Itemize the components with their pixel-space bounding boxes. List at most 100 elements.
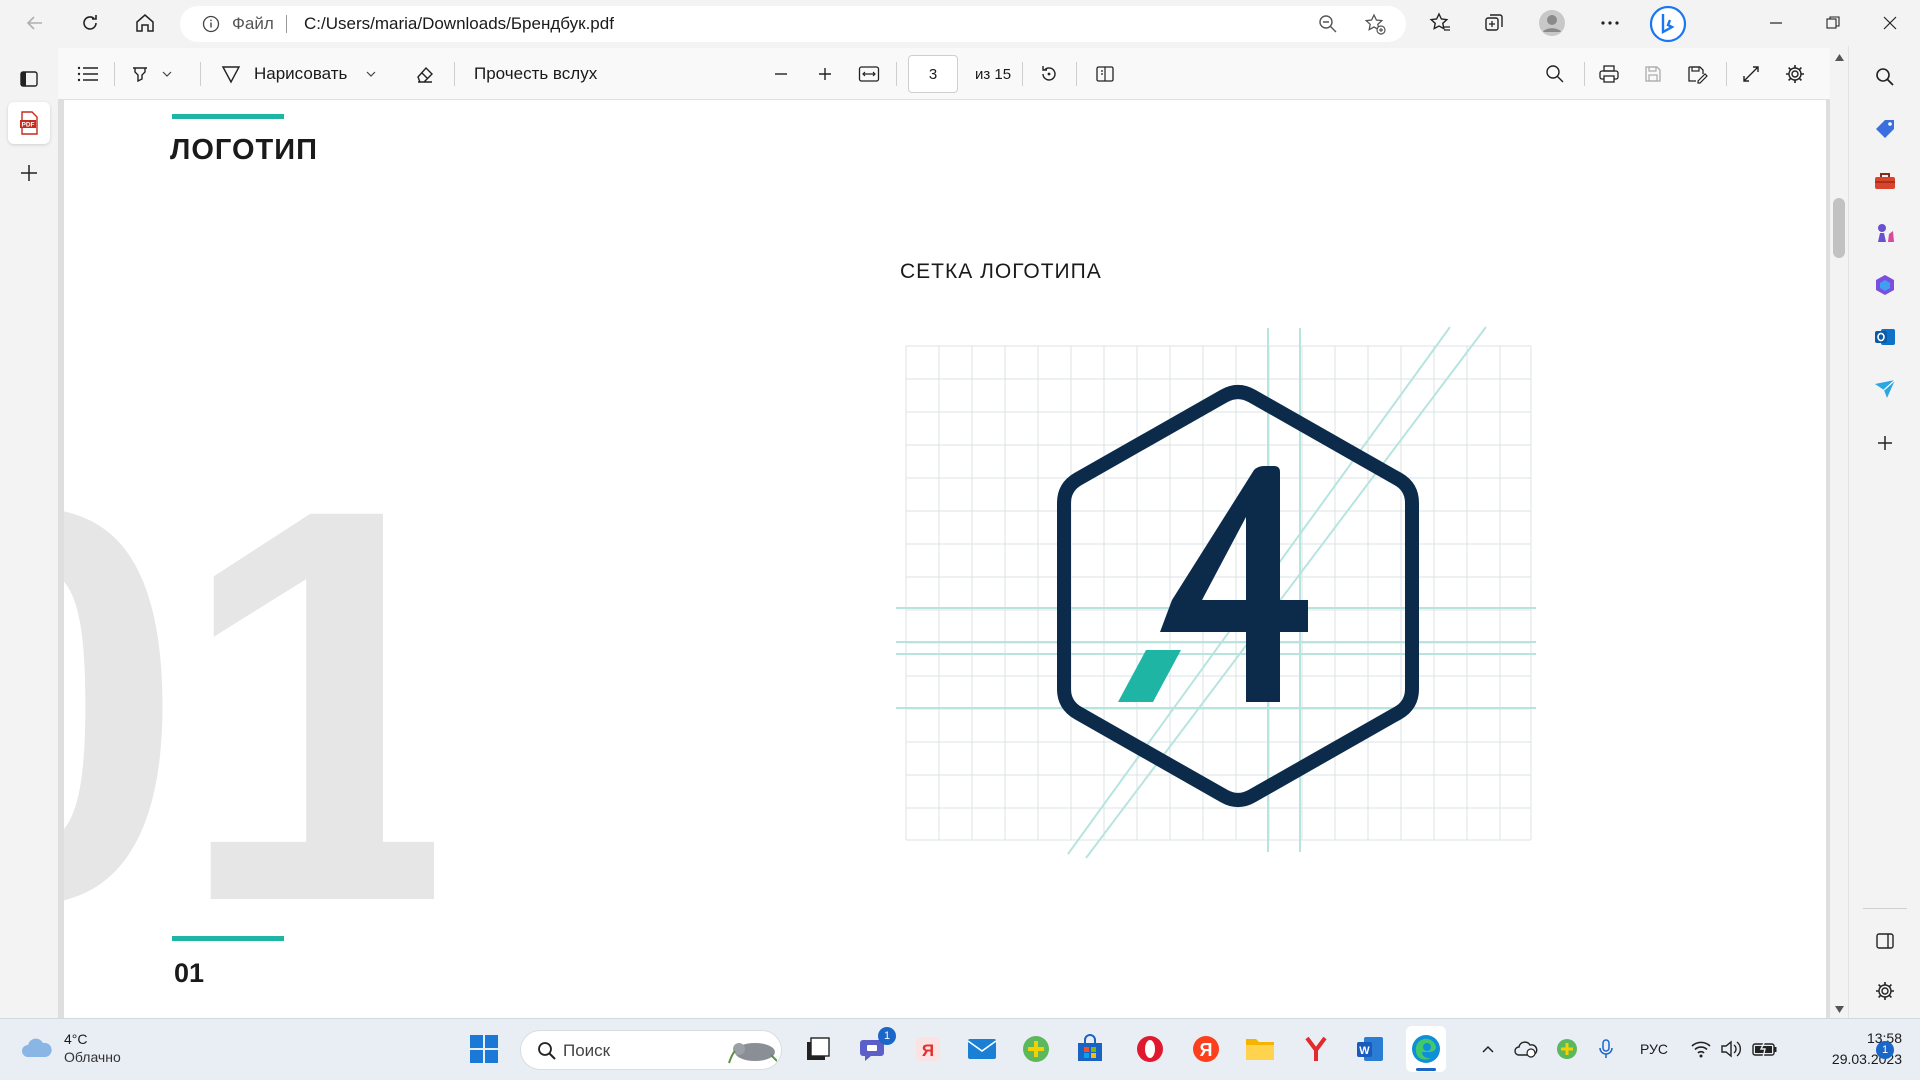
tab-actions-button[interactable] (12, 62, 46, 96)
gear-icon (1786, 65, 1804, 83)
contents-button[interactable] (70, 57, 106, 91)
send-drop-icon (1875, 379, 1896, 398)
taskbar-word[interactable]: W (1352, 1031, 1388, 1067)
notification-badge[interactable]: 1 (1876, 1041, 1894, 1059)
taskbar-edge-active[interactable] (1406, 1026, 1446, 1072)
chess-piece-icon (1878, 224, 1894, 242)
scrollbar-thumb[interactable] (1833, 198, 1845, 258)
taskbar-opera[interactable] (1132, 1031, 1168, 1067)
store-icon (1078, 1034, 1102, 1061)
taskbar-search-placeholder: Поиск (563, 1041, 611, 1060)
print-button[interactable] (1592, 57, 1626, 91)
sidebar-settings-button[interactable] (1870, 976, 1900, 1006)
sidebar-add-button[interactable] (1870, 428, 1900, 458)
page-view-icon (1096, 66, 1114, 82)
taskbar-app-green[interactable] (1018, 1031, 1054, 1067)
read-aloud-label: Прочесть вслух (474, 64, 598, 83)
taskbar-yandex-browser[interactable] (1298, 1031, 1334, 1067)
sidebar-office-button[interactable] (1870, 270, 1900, 300)
collections-icon (1485, 14, 1503, 31)
profile-button[interactable] (1534, 6, 1570, 40)
vertical-tab-strip: PDF (0, 46, 58, 1018)
chat-button[interactable]: 1 (856, 1027, 896, 1067)
home-button[interactable] (127, 6, 163, 40)
document-scrollbar[interactable] (1830, 48, 1848, 1018)
back-button[interactable] (17, 6, 53, 40)
highlight-button[interactable] (122, 57, 180, 91)
folder-icon (1246, 1039, 1274, 1060)
tab-pdf-brandbook[interactable]: PDF (8, 102, 50, 144)
microphone-icon[interactable] (1598, 1038, 1614, 1060)
weather-widget[interactable]: 4°C Облачно (18, 1029, 158, 1071)
sidebar-search-button[interactable] (1870, 62, 1900, 92)
taskbar-yandex[interactable]: Я (1188, 1031, 1224, 1067)
address-bar[interactable]: Файл C:/Users/maria/Downloads/Брендбук.p… (180, 6, 1406, 42)
search-icon (538, 1042, 556, 1060)
arrow-left-icon (26, 16, 42, 30)
minimize-button[interactable] (1758, 6, 1794, 40)
more-dots-icon (1601, 21, 1619, 25)
rotate-button[interactable] (1032, 57, 1066, 91)
tray-overflow-chevron-icon[interactable] (1480, 1041, 1496, 1057)
onedrive-sync-icon[interactable] (1514, 1039, 1538, 1059)
volume-icon[interactable] (1720, 1039, 1742, 1059)
yandex-browser-light-icon: Я (916, 1037, 940, 1061)
start-button[interactable] (466, 1031, 502, 1067)
taskbar-mail[interactable] (964, 1031, 1000, 1067)
logo-grid-title: СЕТКА ЛОГОТИПА (900, 260, 1102, 283)
word-icon: W (1357, 1037, 1383, 1061)
draw-button[interactable]: Нарисовать (220, 57, 392, 91)
yandex-glyph: Я (1200, 1040, 1213, 1060)
fit-width-icon (858, 66, 880, 82)
sidebar-drop-button[interactable] (1870, 374, 1900, 404)
page-number-input[interactable]: 3 (908, 55, 958, 93)
highlighter-icon (133, 67, 147, 83)
bing-chat-button[interactable] (1648, 4, 1688, 44)
wifi-icon[interactable] (1690, 1039, 1712, 1059)
sidebar-games-button[interactable] (1870, 218, 1900, 248)
zoom-out-icon[interactable] (1318, 14, 1338, 34)
address-scheme-label: Файл (232, 14, 274, 33)
zoom-out-button[interactable] (764, 57, 798, 91)
taskbar-file-explorer[interactable] (1242, 1031, 1278, 1067)
scroll-up-icon[interactable] (1835, 54, 1844, 61)
restore-button[interactable] (1815, 6, 1851, 40)
save-button[interactable] (1636, 57, 1670, 91)
taskbar-store[interactable] (1072, 1031, 1108, 1067)
save-as-icon (1688, 66, 1708, 84)
fit-width-button[interactable] (852, 57, 886, 91)
erase-button[interactable] (408, 57, 442, 91)
save-as-button[interactable] (1680, 57, 1714, 91)
sidebar-outlook-button[interactable] (1870, 322, 1900, 352)
taskbar-yandex-music[interactable]: Я (910, 1031, 946, 1067)
tray-green-app-icon[interactable] (1556, 1038, 1578, 1060)
taskbar-search-box[interactable]: Поиск (520, 1030, 782, 1070)
fullscreen-button[interactable] (1734, 57, 1768, 91)
settings-more-button[interactable] (1592, 6, 1628, 40)
sidebar-tools-button[interactable] (1870, 166, 1900, 196)
read-aloud-button[interactable]: Прочесть вслух (474, 57, 606, 91)
zoom-in-button[interactable] (808, 57, 842, 91)
new-tab-button[interactable] (12, 156, 46, 190)
task-view-button[interactable] (800, 1031, 836, 1067)
close-window-button[interactable] (1872, 6, 1908, 40)
collections-button[interactable] (1476, 6, 1512, 40)
page-view-button[interactable] (1088, 57, 1122, 91)
home-icon (136, 14, 154, 32)
sidebar-shopping-button[interactable] (1870, 114, 1900, 144)
sidebar-hide-button[interactable] (1870, 926, 1900, 956)
add-favorite-icon[interactable] (1364, 13, 1386, 35)
section-title: ЛОГОТИП (170, 134, 318, 166)
refresh-button[interactable] (72, 6, 108, 40)
refresh-icon (83, 15, 97, 30)
battery-charging-icon[interactable] (1752, 1040, 1778, 1058)
pdf-settings-button[interactable] (1778, 57, 1812, 91)
rotate-icon (1042, 66, 1056, 81)
scroll-down-icon[interactable] (1835, 1006, 1844, 1013)
find-button[interactable] (1538, 57, 1572, 91)
input-language[interactable]: РУС (1640, 1041, 1668, 1057)
favorites-button[interactable] (1422, 6, 1458, 40)
big-section-number: 01 (64, 485, 434, 1018)
address-url[interactable]: C:/Users/maria/Downloads/Брендбук.pdf (304, 14, 614, 34)
gear-icon (1876, 982, 1894, 1000)
